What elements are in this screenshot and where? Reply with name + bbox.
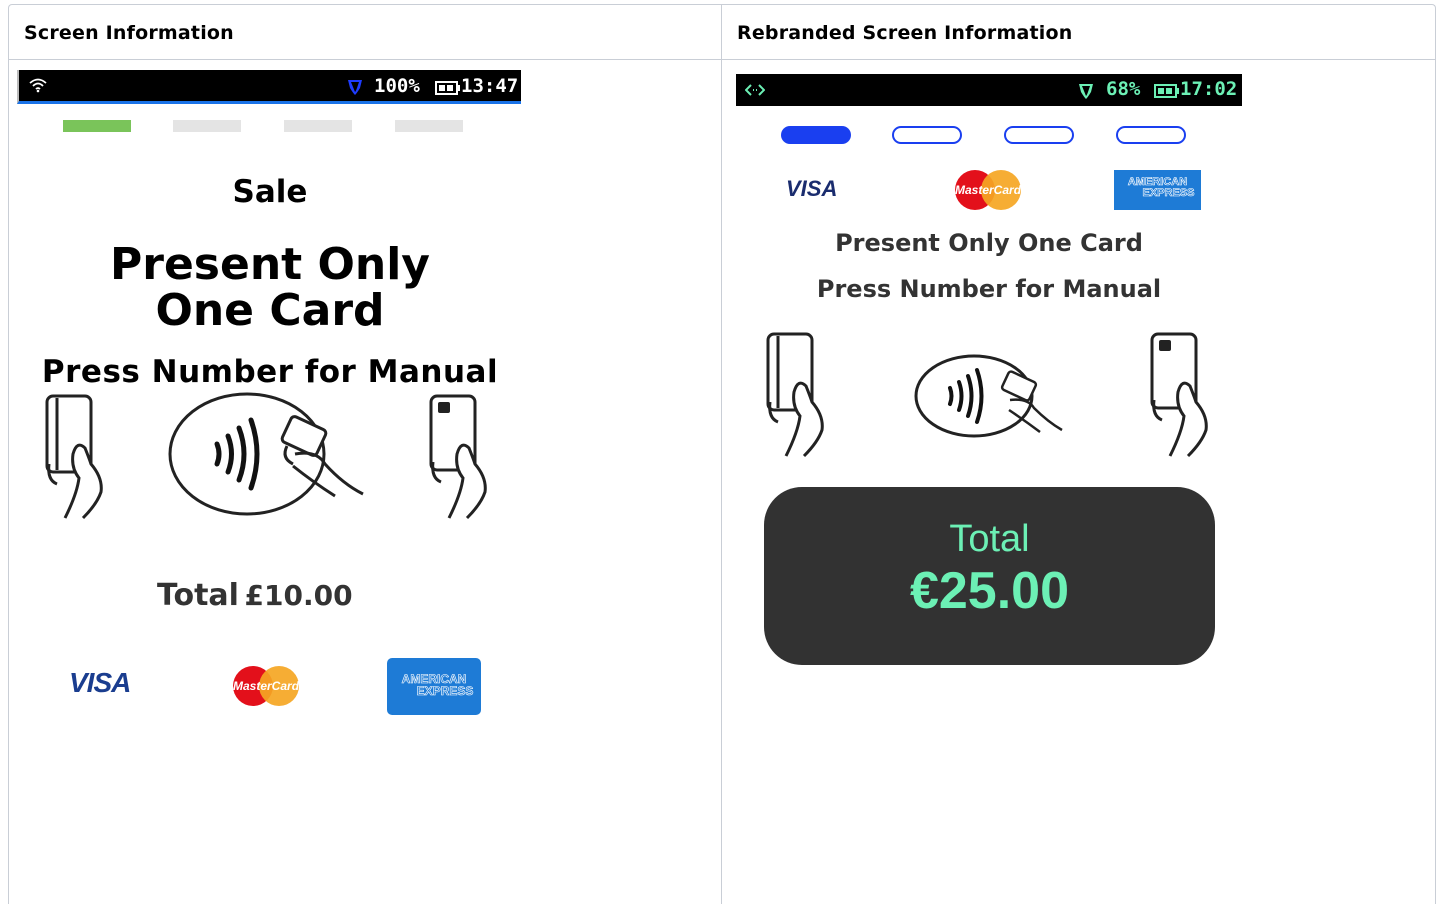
total-label: Total bbox=[157, 578, 239, 613]
progress-step bbox=[892, 126, 962, 144]
original-column: Screen Information 100% 13:47 Sale Prese… bbox=[9, 4, 721, 904]
progress-step bbox=[395, 120, 463, 132]
swipe-card-icon bbox=[1148, 332, 1212, 462]
status-bar: 100% 13:47 bbox=[17, 70, 521, 104]
progress-step bbox=[284, 120, 352, 132]
mastercard-logo: MasterCard bbox=[233, 666, 299, 706]
total-panel: Total €25.00 bbox=[764, 487, 1215, 665]
progress-step-active bbox=[63, 120, 131, 132]
shield-icon bbox=[1078, 82, 1094, 104]
mastercard-logo: MasterCard bbox=[955, 170, 1021, 210]
progress-step bbox=[173, 120, 241, 132]
contactless-icon bbox=[914, 354, 1064, 444]
status-bar: 68% 17:02 bbox=[736, 74, 1242, 106]
battery-level: 100% bbox=[374, 75, 420, 97]
nfc-arrows-icon bbox=[744, 82, 766, 101]
progress-step-active bbox=[781, 126, 851, 144]
visa-logo: VISA bbox=[786, 176, 838, 201]
manual-entry-prompt: Press Number for Manual bbox=[816, 275, 1162, 303]
insert-card-icon bbox=[764, 332, 828, 462]
rebranded-column: Rebranded Screen Information 68% 17:02 V… bbox=[721, 4, 1435, 904]
total-amount: £10.00 bbox=[244, 579, 353, 612]
status-time: 17:02 bbox=[1180, 78, 1238, 100]
present-card-prompt: Present Only One Card bbox=[835, 229, 1143, 257]
battery-level: 68% bbox=[1106, 78, 1141, 100]
battery-icon bbox=[1154, 83, 1180, 102]
screen-title: Sale bbox=[232, 174, 308, 210]
shield-icon bbox=[347, 78, 363, 100]
battery-icon bbox=[435, 80, 461, 99]
swipe-card-icon bbox=[427, 394, 491, 524]
amex-logo: AMERICAN EXPRESS bbox=[1114, 170, 1201, 210]
total-line: Total £10.00 bbox=[157, 578, 353, 613]
contactless-icon bbox=[167, 392, 367, 526]
insert-card-icon bbox=[43, 394, 107, 524]
amex-logo: AMERICAN EXPRESS bbox=[387, 658, 481, 715]
progress-step bbox=[1004, 126, 1074, 144]
original-terminal-screen: 100% 13:47 Sale Present Only One Card Pr… bbox=[17, 70, 523, 730]
total-amount: €25.00 bbox=[909, 562, 1070, 620]
visa-logo: VISA bbox=[69, 667, 131, 698]
manual-entry-prompt: Press Number for Manual bbox=[41, 354, 499, 390]
present-card-prompt: Present Only One Card bbox=[110, 239, 430, 336]
original-header: Screen Information bbox=[9, 4, 721, 60]
total-label: Total bbox=[949, 518, 1030, 560]
status-time: 13:47 bbox=[461, 75, 519, 97]
wifi-icon bbox=[29, 77, 47, 97]
progress-step bbox=[1116, 126, 1186, 144]
rebranded-header: Rebranded Screen Information bbox=[722, 4, 1435, 60]
rebranded-terminal-screen: 68% 17:02 VISA MasterCard AMERICAN EXPRE… bbox=[736, 74, 1242, 674]
